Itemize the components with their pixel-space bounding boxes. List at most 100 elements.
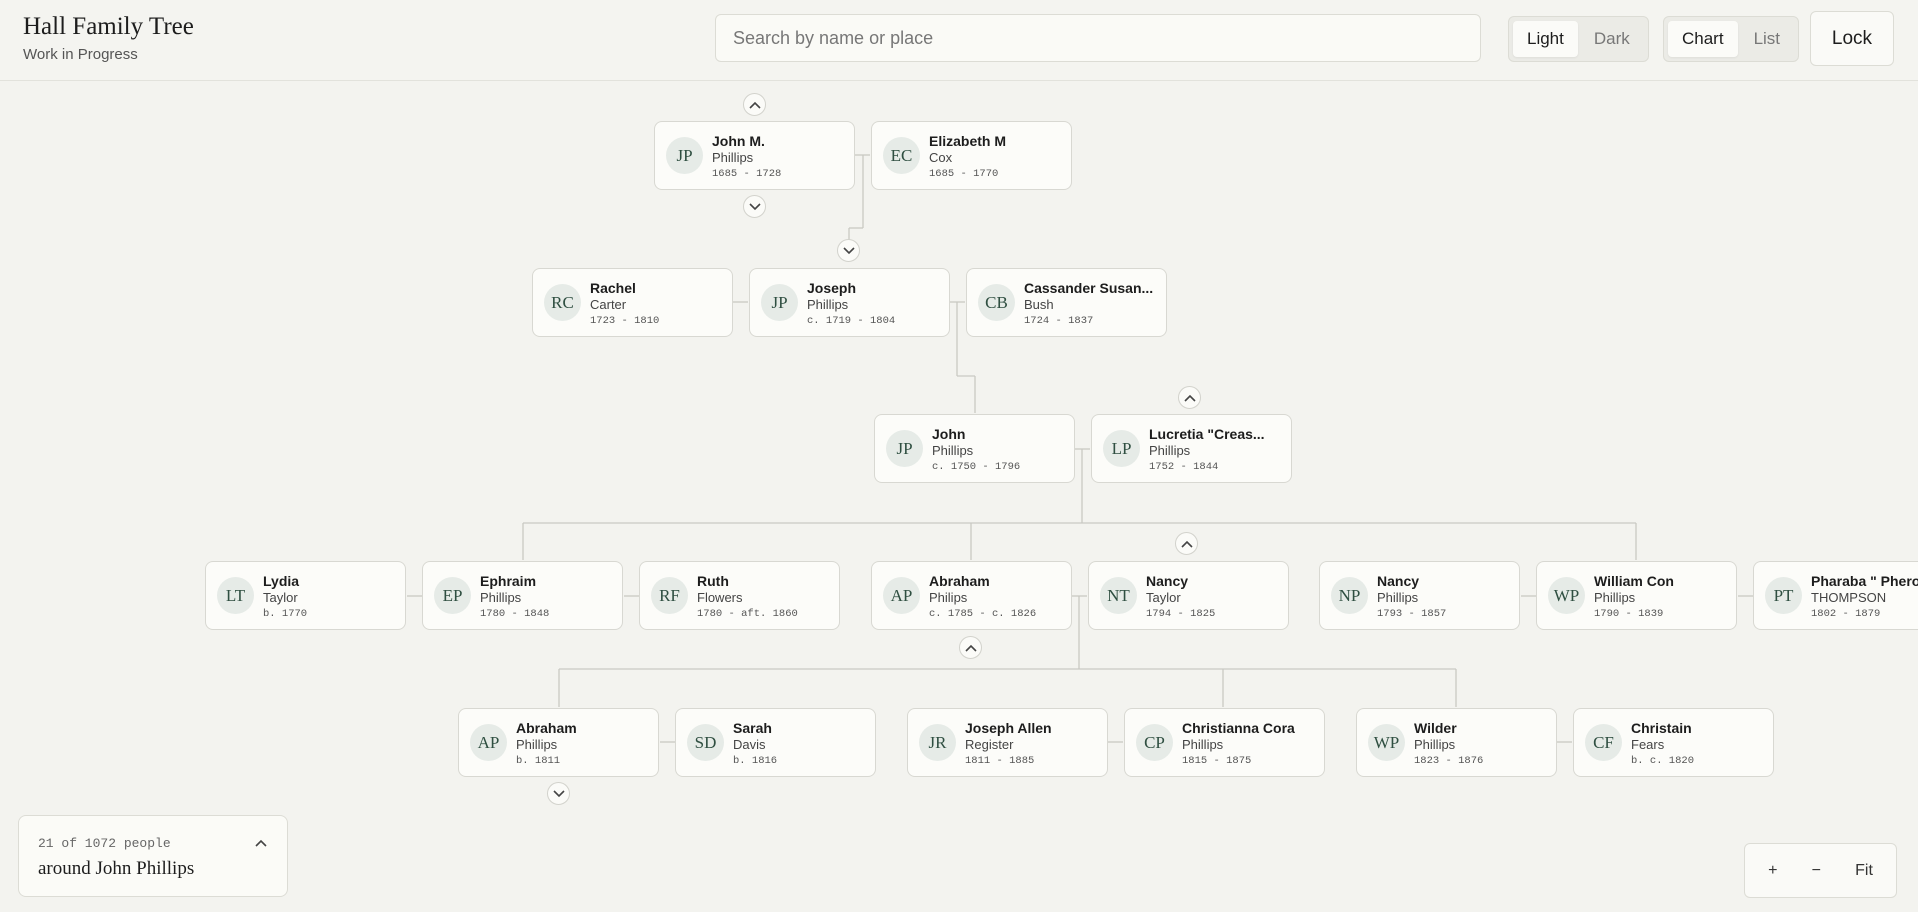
person-surname: Phillips — [807, 297, 849, 312]
person-dates: 1823 - 1876 — [1414, 755, 1484, 767]
expand-descendants-button[interactable] — [547, 782, 570, 805]
expand-descendants-button[interactable] — [837, 239, 860, 262]
person-given-name: John — [932, 426, 966, 442]
person-dates: 1794 - 1825 — [1146, 608, 1216, 620]
avatar: AP — [470, 724, 507, 761]
person-given-name: Pharaba " Phero... — [1811, 573, 1918, 589]
avatar: JP — [761, 284, 798, 321]
person-surname: Phillips — [1414, 737, 1456, 752]
person-surname: Cox — [929, 150, 953, 165]
avatar: SD — [687, 724, 724, 761]
avatar: NP — [1331, 577, 1368, 614]
person-card-nancy-phillips[interactable]: NP Nancy Phillips 1793 - 1857 — [1319, 561, 1520, 630]
person-dates: b. 1811 — [516, 755, 561, 767]
person-card-christain-fears[interactable]: CF Christain Fears b. c. 1820 — [1573, 708, 1774, 777]
chevron-down-icon — [552, 789, 565, 797]
person-card-sarah-davis[interactable]: SD Sarah Davis b. 1816 — [675, 708, 876, 777]
zoom-fit-button[interactable]: Fit — [1847, 858, 1881, 884]
person-card-cassander-bush[interactable]: CB Cassander Susan... Bush 1724 - 1837 — [966, 268, 1167, 337]
chevron-up-icon — [1183, 394, 1196, 402]
person-dates: 1790 - 1839 — [1594, 608, 1664, 620]
person-card-joseph-phillips[interactable]: JP Joseph Phillips c. 1719 - 1804 — [749, 268, 950, 337]
person-dates: 1685 - 1728 — [712, 168, 782, 180]
avatar: JP — [666, 137, 703, 174]
chevron-up-icon — [748, 101, 761, 109]
person-given-name: Wilder — [1414, 720, 1457, 736]
person-surname: Phillips — [932, 443, 974, 458]
person-card-abraham-phillips[interactable]: AP Abraham Phillips b. 1811 — [458, 708, 659, 777]
person-surname: Fears — [1631, 737, 1665, 752]
panel-collapse-button[interactable] — [251, 833, 271, 853]
chevron-up-icon — [964, 644, 977, 652]
person-given-name: Abraham — [516, 720, 577, 736]
expand-descendants-button[interactable] — [743, 195, 766, 218]
person-given-name: Christain — [1631, 720, 1692, 736]
person-dates: 1752 - 1844 — [1149, 461, 1219, 473]
person-card-ephraim-phillips[interactable]: EP Ephraim Phillips 1780 - 1848 — [422, 561, 623, 630]
person-card-nancy-taylor[interactable]: NT Nancy Taylor 1794 - 1825 — [1088, 561, 1289, 630]
expand-ancestors-button[interactable] — [743, 93, 766, 116]
person-card-christianna-cora-phillips[interactable]: CP Christianna Cora Phillips 1815 - 1875 — [1124, 708, 1325, 777]
person-card-lucretia-phillips[interactable]: LP Lucretia "Creas... Phillips 1752 - 18… — [1091, 414, 1292, 483]
person-dates: b. c. 1820 — [1631, 755, 1695, 767]
person-given-name: Joseph Allen — [965, 720, 1052, 736]
chevron-up-icon — [255, 839, 267, 847]
person-given-name: Cassander Susan... — [1024, 280, 1154, 296]
person-surname: Phillips — [1594, 590, 1636, 605]
person-card-rachel-carter[interactable]: RC Rachel Carter 1723 - 1810 — [532, 268, 733, 337]
person-card-wilder-phillips[interactable]: WP Wilder Phillips 1823 - 1876 — [1356, 708, 1557, 777]
person-card-john-phillips[interactable]: JP John Phillips c. 1750 - 1796 — [874, 414, 1075, 483]
person-given-name: William Con — [1594, 573, 1674, 589]
expand-ancestors-button[interactable] — [1178, 386, 1201, 409]
person-surname: Flowers — [697, 590, 743, 605]
tree-info-panel: 21 of 1072 people around John Phillips — [18, 815, 288, 897]
person-card-ruth-flowers[interactable]: RF Ruth Flowers 1780 - aft. 1860 — [639, 561, 840, 630]
person-given-name: Sarah — [733, 720, 772, 736]
person-card-john-m-phillips[interactable]: JP John M. Phillips 1685 - 1728 — [654, 121, 855, 190]
person-dates: 1815 - 1875 — [1182, 755, 1252, 767]
avatar: CP — [1136, 724, 1173, 761]
person-surname: THOMPSON — [1811, 590, 1887, 605]
person-dates: 1811 - 1885 — [965, 755, 1035, 767]
zoom-controls: + − Fit — [1744, 843, 1897, 898]
person-card-william-con-phillips[interactable]: WP William Con Phillips 1790 - 1839 — [1536, 561, 1737, 630]
person-surname: Phillips — [1149, 443, 1191, 458]
person-surname: Taylor — [1146, 590, 1181, 605]
person-dates: c. 1719 - 1804 — [807, 315, 896, 327]
chevron-up-icon — [1180, 540, 1193, 548]
person-card-lydia-taylor[interactable]: LT Lydia Taylor b. 1770 — [205, 561, 406, 630]
person-card-joseph-allen-register[interactable]: JR Joseph Allen Register 1811 - 1885 — [907, 708, 1108, 777]
chevron-down-icon — [748, 202, 761, 210]
person-dates: 1780 - aft. 1860 — [697, 608, 798, 620]
person-surname: Phillips — [712, 150, 754, 165]
person-given-name: John M. — [712, 133, 765, 149]
collapse-descendants-button[interactable] — [959, 636, 982, 659]
person-surname: Bush — [1024, 297, 1054, 312]
person-card-abraham-philips[interactable]: AP Abraham Philips c. 1785 - c. 1826 — [871, 561, 1072, 630]
person-surname: Register — [965, 737, 1014, 752]
zoom-out-button[interactable]: − — [1804, 858, 1829, 884]
avatar: CF — [1585, 724, 1622, 761]
person-given-name: Ephraim — [480, 573, 537, 589]
avatar: JP — [886, 430, 923, 467]
person-given-name: Christianna Cora — [1182, 720, 1295, 736]
person-given-name: Ruth — [697, 573, 729, 589]
person-surname: Phillips — [1377, 590, 1419, 605]
chevron-down-icon — [842, 246, 855, 254]
person-dates: 1685 - 1770 — [929, 168, 999, 180]
avatar: WP — [1368, 724, 1405, 761]
person-surname: Phillips — [1182, 737, 1224, 752]
person-given-name: Lucretia "Creas... — [1149, 426, 1265, 442]
avatar: LT — [217, 577, 254, 614]
person-card-elizabeth-m-cox[interactable]: EC Elizabeth M Cox 1685 - 1770 — [871, 121, 1072, 190]
person-card-pharaba-thompson[interactable]: PT Pharaba " Phero... THOMPSON 1802 - 18… — [1753, 561, 1918, 630]
zoom-in-button[interactable]: + — [1760, 858, 1785, 884]
avatar: AP — [883, 577, 920, 614]
person-given-name: Lydia — [263, 573, 300, 589]
focus-person-label: around John Phillips — [38, 858, 195, 879]
person-given-name: Nancy — [1146, 573, 1189, 589]
person-surname: Taylor — [263, 590, 298, 605]
person-given-name: Nancy — [1377, 573, 1420, 589]
expand-ancestors-button[interactable] — [1175, 532, 1198, 555]
person-surname: Davis — [733, 737, 766, 752]
